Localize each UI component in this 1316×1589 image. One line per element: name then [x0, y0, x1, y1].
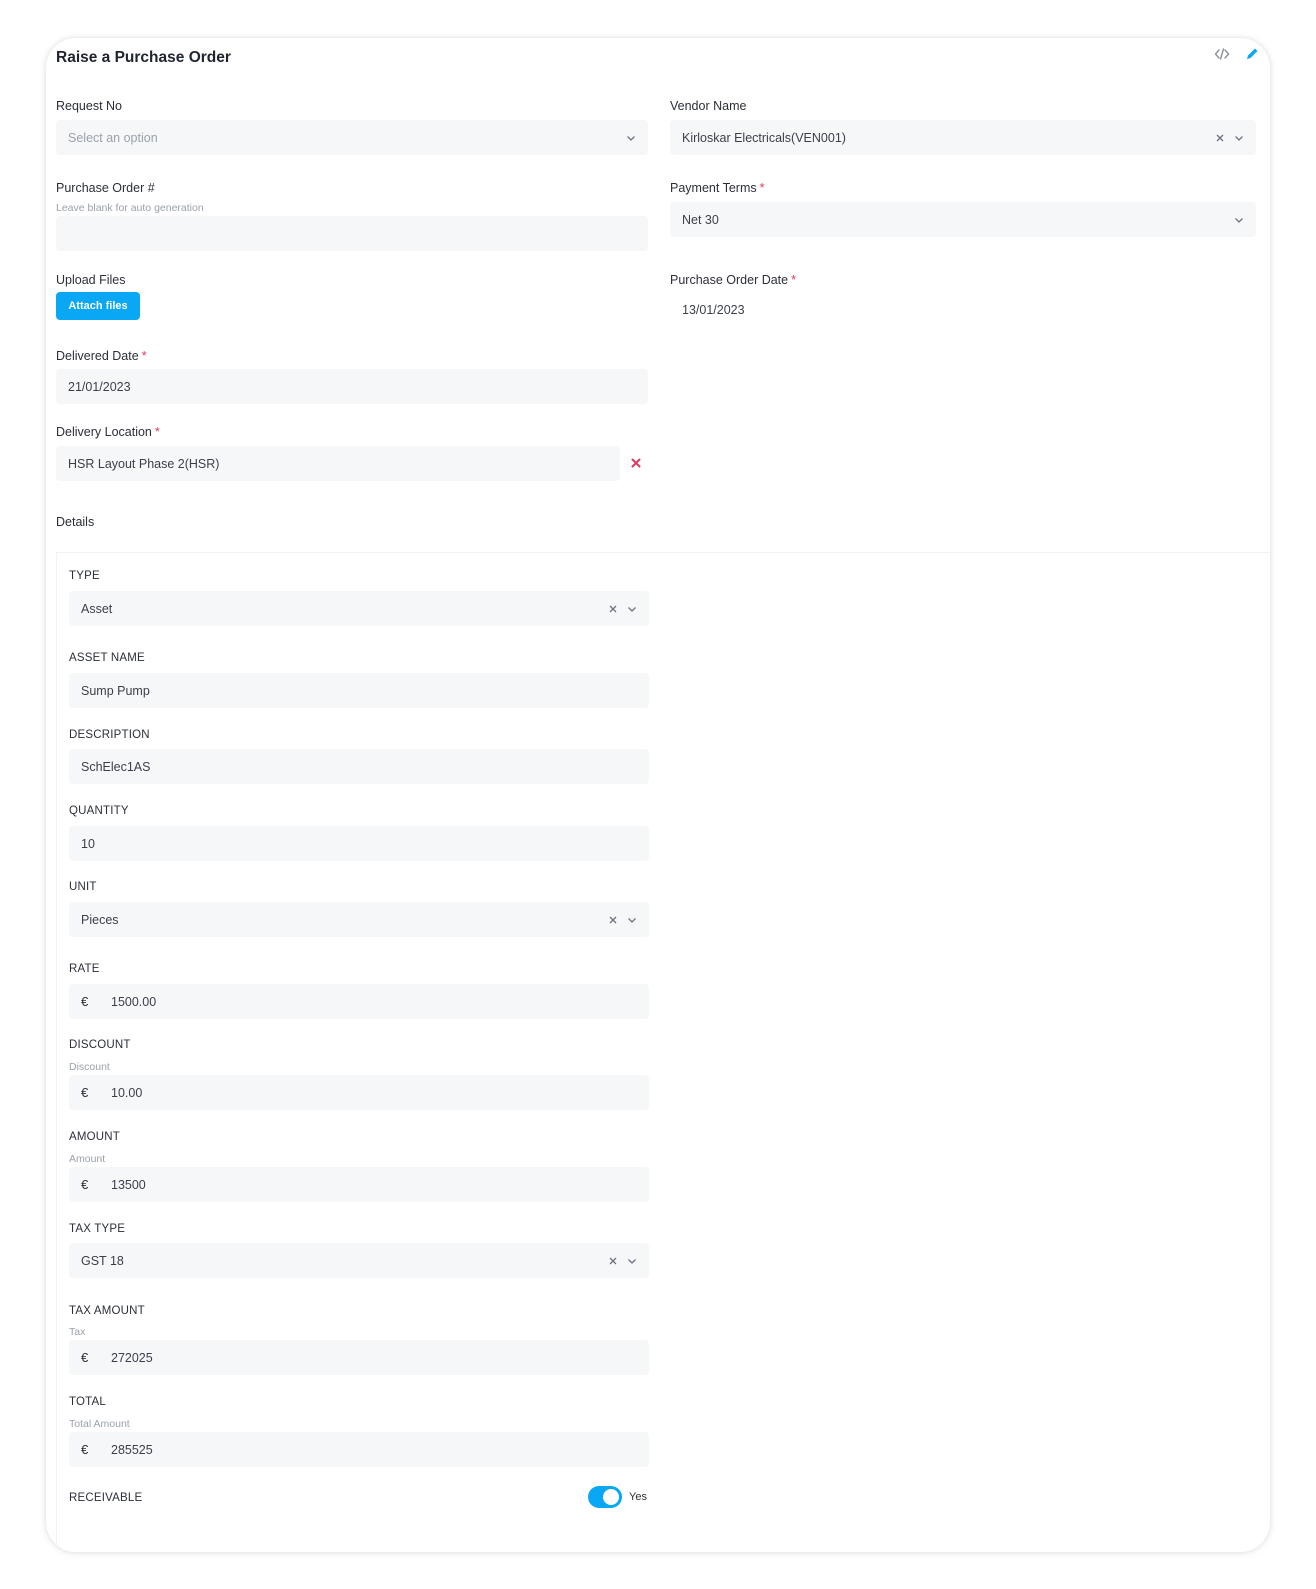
rate-label: RATE [69, 963, 100, 975]
delivery-location-value: HSR Layout Phase 2(HSR) [68, 456, 220, 471]
description-label: DESCRIPTION [69, 729, 150, 741]
details-section: TYPE Asset ASSET NAME Sump Pump DESCRIPT… [56, 552, 1270, 1552]
purchase-order-no-label: Purchase Order # [56, 181, 155, 195]
asset-name-value: Sump Pump [81, 683, 150, 698]
currency-symbol: € [81, 1350, 89, 1365]
delivered-date-label: Delivered Date * [56, 349, 147, 363]
description-input[interactable]: SchElec1AS [69, 749, 649, 784]
rate-value: 1500.00 [111, 994, 157, 1009]
chevron-down-icon[interactable] [1234, 133, 1244, 143]
unit-select[interactable]: Pieces [69, 902, 649, 937]
purchase-order-card: Raise a Purchase Order Request No Select… [46, 38, 1270, 1552]
chevron-down-icon[interactable] [627, 604, 637, 614]
chevron-down-icon[interactable] [1234, 215, 1244, 225]
header-tools [1214, 46, 1260, 62]
chevron-down-icon[interactable] [627, 915, 637, 925]
delivered-date-input[interactable]: 21/01/2023 [56, 369, 648, 404]
tax-amount-input[interactable]: € 272025 [69, 1340, 649, 1375]
discount-label: DISCOUNT [69, 1039, 131, 1051]
discount-hint: Discount [69, 1061, 110, 1073]
amount-label: AMOUNT [69, 1131, 121, 1143]
type-select[interactable]: Asset [69, 591, 649, 626]
delivery-location-input[interactable]: HSR Layout Phase 2(HSR) [56, 446, 620, 481]
purchase-order-no-input[interactable] [56, 216, 648, 251]
asset-name-label: ASSET NAME [69, 652, 145, 664]
payment-terms-select[interactable]: Net 30 [670, 202, 1256, 237]
request-no-select[interactable]: Select an option [56, 120, 648, 155]
discount-value: 10.00 [111, 1085, 143, 1100]
purchase-order-date-value: 13/01/2023 [682, 302, 745, 317]
amount-input[interactable]: € 13500 [69, 1167, 649, 1202]
chevron-down-icon[interactable] [627, 1256, 637, 1266]
amount-value: 13500 [111, 1177, 146, 1192]
remove-location-icon[interactable] [630, 457, 642, 469]
total-input[interactable]: € 285525 [69, 1432, 649, 1467]
tax-type-select[interactable]: GST 18 [69, 1243, 649, 1278]
upload-files-label: Upload Files [56, 273, 126, 287]
delivered-date-value: 21/01/2023 [68, 379, 131, 394]
discount-input[interactable]: € 10.00 [69, 1075, 649, 1110]
clear-icon[interactable] [1215, 133, 1225, 143]
currency-symbol: € [81, 1085, 89, 1100]
total-label: TOTAL [69, 1396, 106, 1408]
receivable-toggle-text: Yes [629, 1491, 647, 1503]
currency-symbol: € [81, 1177, 89, 1192]
toggle-knob [603, 1489, 619, 1505]
receivable-toggle[interactable] [588, 1486, 622, 1508]
type-label: TYPE [69, 570, 100, 582]
chevron-down-icon[interactable] [626, 133, 636, 143]
rate-input[interactable]: € 1500.00 [69, 984, 649, 1019]
tax-amount-hint: Tax [69, 1326, 86, 1338]
quantity-input[interactable]: 10 [69, 826, 649, 861]
currency-symbol: € [81, 994, 89, 1009]
tax-type-value: GST 18 [81, 1253, 124, 1268]
unit-label: UNIT [69, 881, 97, 893]
asset-name-input[interactable]: Sump Pump [69, 673, 649, 708]
purchase-order-date-input[interactable]: 13/01/2023 [670, 292, 1256, 327]
clear-icon[interactable] [608, 604, 618, 614]
receivable-label: RECEIVABLE [69, 1492, 143, 1504]
clear-icon[interactable] [608, 1256, 618, 1266]
page-title: Raise a Purchase Order [56, 49, 231, 66]
code-icon[interactable] [1214, 46, 1230, 62]
amount-hint: Amount [69, 1153, 106, 1165]
total-value: 285525 [111, 1442, 153, 1457]
tax-amount-value: 272025 [111, 1350, 153, 1365]
total-hint: Total Amount [69, 1418, 130, 1430]
attach-files-button[interactable]: Attach files [56, 292, 140, 320]
request-no-label: Request No [56, 99, 123, 113]
currency-symbol: € [81, 1442, 89, 1457]
tax-type-label: TAX TYPE [69, 1223, 126, 1235]
payment-terms-label: Payment Terms * [670, 181, 765, 195]
delivery-location-label: Delivery Location * [56, 425, 160, 439]
quantity-value: 10 [81, 836, 95, 851]
vendor-name-value: Kirloskar Electricals(VEN001) [682, 130, 846, 145]
type-value: Asset [81, 601, 113, 616]
vendor-name-select[interactable]: Kirloskar Electricals(VEN001) [670, 120, 1256, 155]
quantity-label: QUANTITY [69, 805, 129, 817]
unit-value: Pieces [81, 912, 119, 927]
request-no-placeholder: Select an option [68, 130, 158, 145]
payment-terms-value: Net 30 [682, 212, 719, 227]
details-heading: Details [56, 515, 95, 529]
pencil-icon[interactable] [1244, 46, 1260, 62]
tax-amount-label: TAX AMOUNT [69, 1305, 145, 1317]
purchase-order-no-hint: Leave blank for auto generation [56, 202, 204, 214]
vendor-name-label: Vendor Name [670, 99, 747, 113]
description-value: SchElec1AS [81, 759, 151, 774]
purchase-order-date-label: Purchase Order Date * [670, 273, 796, 287]
clear-icon[interactable] [608, 915, 618, 925]
